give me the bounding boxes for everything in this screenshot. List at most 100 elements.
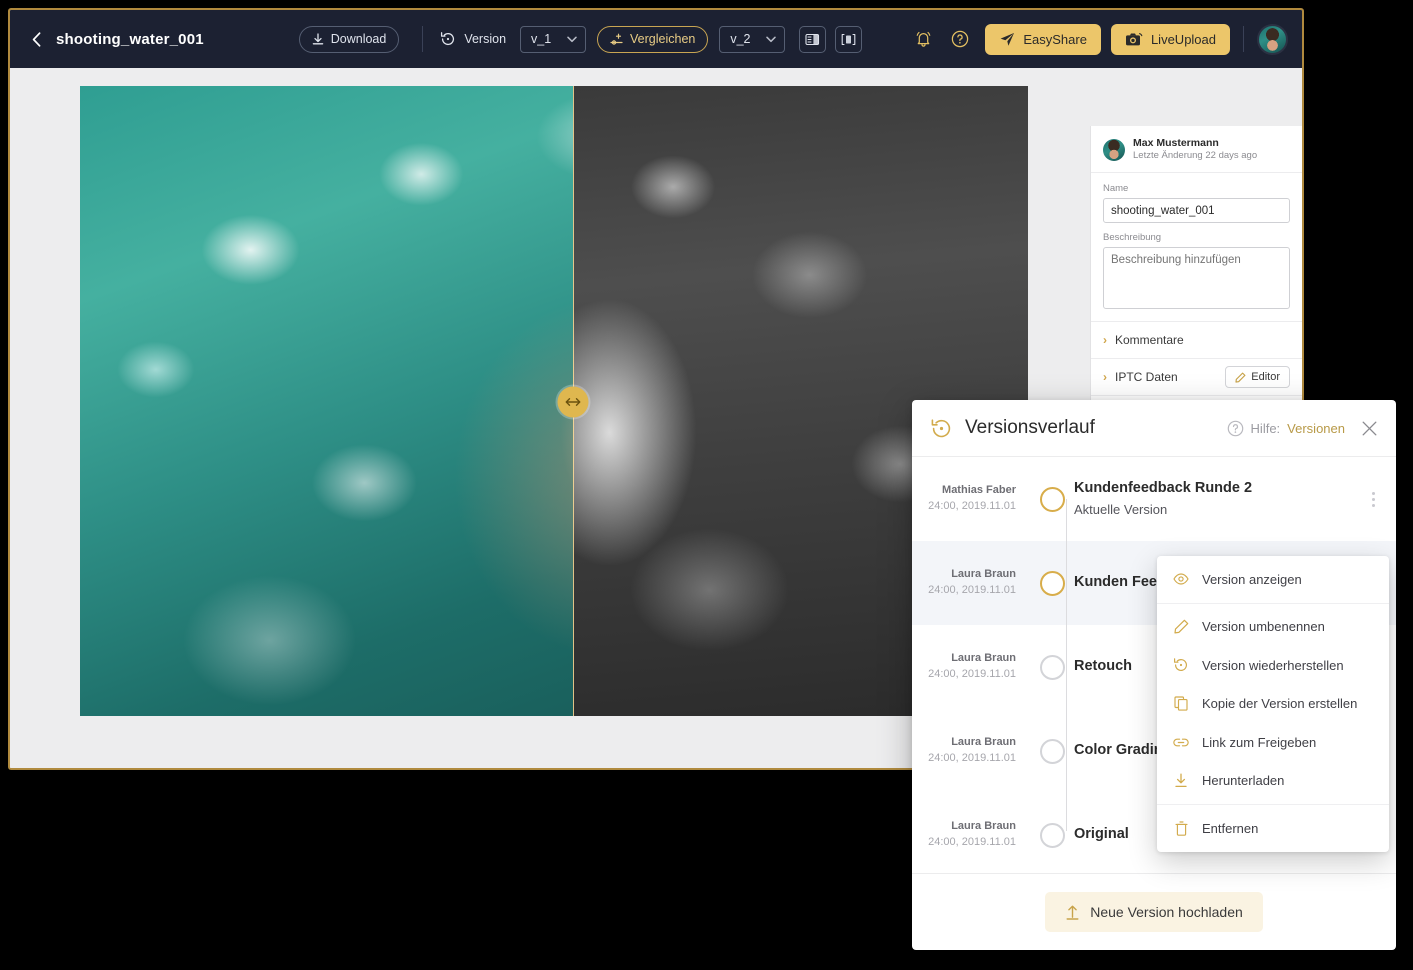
notification-bell-icon bbox=[915, 30, 932, 48]
name-input[interactable] bbox=[1103, 198, 1290, 223]
version-history-header: Versionsverlauf Hilfe: Versionen bbox=[912, 400, 1396, 457]
history-restore-icon bbox=[440, 31, 456, 47]
compare-label: Vergleichen bbox=[630, 32, 695, 46]
upload-label: Neue Version hochladen bbox=[1090, 904, 1243, 920]
user-last-change: Letzte Änderung 22 days ago bbox=[1133, 150, 1257, 162]
toolbar-divider-2 bbox=[1243, 26, 1244, 52]
version-right-value: v_2 bbox=[730, 32, 750, 46]
history-restore-icon bbox=[930, 417, 953, 440]
name-field-label: Name bbox=[1103, 183, 1290, 194]
liveupload-button[interactable]: LiveUpload bbox=[1111, 24, 1230, 55]
compare-view-icon bbox=[841, 33, 856, 46]
context-item-version-umbenennen[interactable]: Version umbenennen bbox=[1157, 608, 1389, 647]
timeline-line bbox=[1066, 499, 1067, 831]
context-item-kopie-erstellen[interactable]: Kopie der Version erstellen bbox=[1157, 685, 1389, 724]
pencil-icon bbox=[1235, 372, 1246, 383]
version-author: Laura Braun bbox=[912, 819, 1016, 835]
version-author: Laura Braun bbox=[912, 651, 1016, 667]
version-author: Laura Braun bbox=[912, 735, 1016, 751]
split-view-icon bbox=[805, 33, 820, 46]
chevron-right-icon: › bbox=[1103, 333, 1107, 347]
camera-icon bbox=[1125, 32, 1143, 47]
version-timestamp: 24:00, 2019.11.01 bbox=[912, 751, 1016, 767]
section-label: IPTC Daten bbox=[1115, 370, 1178, 384]
context-item-version-wiederherstellen[interactable]: Version wiederherstellen bbox=[1157, 646, 1389, 685]
timeline-dot bbox=[1040, 655, 1065, 680]
toolbar-divider-1 bbox=[422, 26, 423, 52]
context-menu-separator bbox=[1157, 603, 1389, 604]
section-kommentare[interactable]: › Kommentare bbox=[1091, 321, 1302, 358]
help-circle-icon bbox=[951, 30, 969, 48]
easyshare-label: EasyShare bbox=[1023, 32, 1087, 47]
avatar[interactable] bbox=[1257, 24, 1288, 55]
section-label: Kommentare bbox=[1115, 333, 1184, 347]
version-panel-footer: Neue Version hochladen bbox=[912, 873, 1396, 950]
close-icon bbox=[1361, 420, 1378, 437]
context-item-label: Version anzeigen bbox=[1202, 572, 1302, 587]
section-iptc-daten[interactable]: › IPTC Daten Editor bbox=[1091, 358, 1302, 395]
version-timestamp: 24:00, 2019.11.01 bbox=[912, 583, 1016, 599]
send-icon bbox=[999, 32, 1015, 47]
iptc-editor-button[interactable]: Editor bbox=[1225, 366, 1290, 388]
version-meta: Laura Braun 24:00, 2019.11.01 bbox=[912, 651, 1030, 683]
context-item-herunterladen[interactable]: Herunterladen bbox=[1157, 762, 1389, 801]
split-view-button[interactable] bbox=[799, 26, 826, 53]
metadata-fields: Name Beschreibung bbox=[1091, 173, 1302, 321]
version-history-title: Versionsverlauf bbox=[965, 417, 1095, 439]
download-button[interactable]: Download bbox=[299, 26, 400, 53]
compare-icon bbox=[610, 33, 623, 46]
version-meta: Laura Braun 24:00, 2019.11.01 bbox=[912, 567, 1030, 599]
help-versions-link[interactable]: Hilfe: Versionen bbox=[1227, 420, 1345, 437]
context-item-link-freigeben[interactable]: Link zum Freigeben bbox=[1157, 723, 1389, 762]
easyshare-button[interactable]: EasyShare bbox=[985, 24, 1101, 55]
field-gap-2 bbox=[1103, 312, 1290, 321]
context-item-label: Kopie der Version erstellen bbox=[1202, 696, 1357, 711]
context-item-label: Entfernen bbox=[1202, 821, 1258, 836]
chevron-down-icon bbox=[766, 36, 776, 43]
context-item-version-anzeigen[interactable]: Version anzeigen bbox=[1157, 560, 1389, 599]
timeline-dot bbox=[1040, 739, 1065, 764]
version-info: Kundenfeedback Runde 2 Aktuelle Version bbox=[1074, 478, 1364, 519]
timeline-dot bbox=[1040, 571, 1065, 596]
download-label: Download bbox=[331, 32, 387, 46]
pencil-icon bbox=[1173, 619, 1189, 634]
image-compare-stage[interactable] bbox=[80, 86, 1028, 716]
restore-icon bbox=[1173, 657, 1189, 673]
copy-icon bbox=[1173, 696, 1189, 711]
version-timestamp: 24:00, 2019.11.01 bbox=[912, 835, 1016, 851]
version-left-select[interactable]: v_1 bbox=[520, 26, 586, 53]
context-item-label: Link zum Freigeben bbox=[1202, 735, 1316, 750]
context-item-label: Version umbenennen bbox=[1202, 619, 1325, 634]
trash-icon bbox=[1173, 821, 1189, 836]
version-right-select[interactable]: v_2 bbox=[719, 26, 785, 53]
help-prefix: Hilfe: bbox=[1251, 421, 1281, 436]
version-more-menu-button[interactable] bbox=[1364, 492, 1382, 507]
back-button[interactable] bbox=[28, 32, 44, 47]
context-item-entfernen[interactable]: Entfernen bbox=[1157, 809, 1389, 848]
compare-slider-handle[interactable] bbox=[558, 387, 589, 418]
context-menu-separator-2 bbox=[1157, 804, 1389, 805]
compare-view-button[interactable] bbox=[835, 26, 862, 53]
version-name: Kundenfeedback Runde 2 bbox=[1074, 478, 1364, 500]
field-gap bbox=[1103, 223, 1290, 232]
compare-slider-handle-icon bbox=[565, 397, 582, 408]
version-row[interactable]: Mathias Faber 24:00, 2019.11.01 Kundenfe… bbox=[912, 457, 1396, 541]
metadata-user-row: Max Mustermann Letzte Änderung 22 days a… bbox=[1091, 126, 1302, 173]
help-button[interactable] bbox=[951, 30, 969, 48]
chevron-left-icon bbox=[32, 32, 41, 47]
timeline-dot-wrap bbox=[1030, 487, 1074, 512]
context-item-label: Version wiederherstellen bbox=[1202, 658, 1344, 673]
download-icon bbox=[1173, 773, 1189, 788]
version-button[interactable]: Version bbox=[436, 31, 510, 47]
upload-new-version-button[interactable]: Neue Version hochladen bbox=[1045, 892, 1263, 932]
close-button[interactable] bbox=[1361, 420, 1378, 437]
chevron-down-icon bbox=[567, 36, 577, 43]
version-left-value: v_1 bbox=[531, 32, 551, 46]
screenshot-root: shooting_water_001 Download Version v_1 … bbox=[0, 0, 1413, 970]
timeline-dot-wrap bbox=[1030, 571, 1074, 596]
compare-button[interactable]: Vergleichen bbox=[597, 26, 708, 53]
version-timestamp: 24:00, 2019.11.01 bbox=[912, 667, 1016, 683]
eye-icon bbox=[1173, 573, 1189, 585]
description-textarea[interactable] bbox=[1103, 247, 1290, 309]
notifications-button[interactable] bbox=[915, 30, 932, 48]
